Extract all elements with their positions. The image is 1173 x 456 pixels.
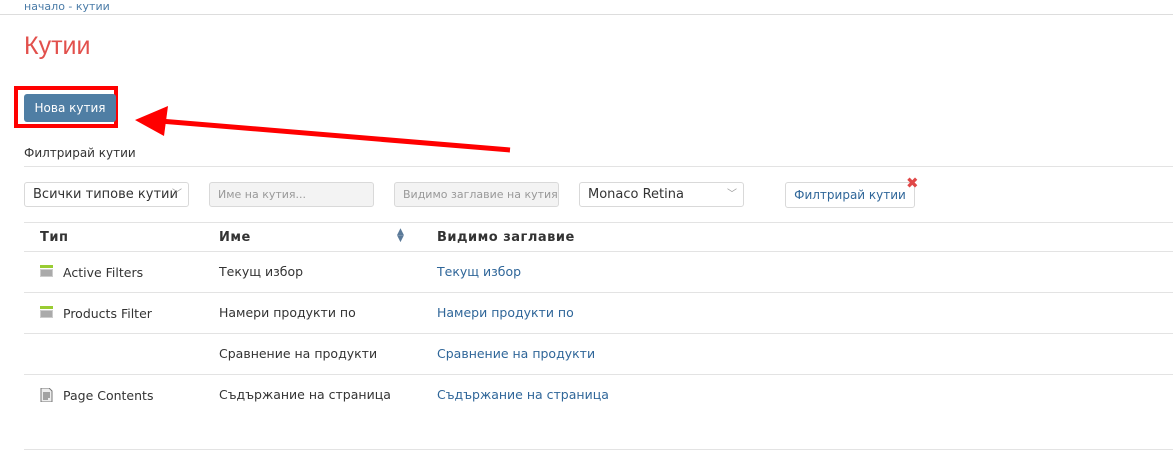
theme-value: Monaco Retina bbox=[588, 187, 684, 202]
column-header-visible-title: Видимо заглавие bbox=[437, 230, 575, 245]
chevron-down-icon: ﹀ bbox=[727, 189, 737, 200]
page-title: Кутии bbox=[24, 32, 91, 60]
filter-label: Филтрирай кутии bbox=[24, 146, 136, 160]
visible-title-input[interactable]: Видимо заглавие на кутия bbox=[394, 182, 559, 207]
sort-icon[interactable]: ▲ ▼ bbox=[397, 228, 404, 244]
divider bbox=[24, 222, 1173, 223]
divider bbox=[24, 374, 1173, 375]
row-name: Съдържание на страница bbox=[219, 387, 391, 402]
box-type-value: Всички типове кутии bbox=[33, 187, 178, 202]
row-name: Намери продукти по bbox=[219, 305, 356, 320]
filter-boxes-button[interactable]: Филтрирай кутии bbox=[785, 182, 915, 208]
row-title-link[interactable]: Текущ избор bbox=[437, 264, 521, 279]
divider bbox=[24, 292, 1173, 293]
divider bbox=[0, 14, 1173, 15]
chevron-down-icon: ﹀ bbox=[172, 189, 182, 200]
list-icon bbox=[40, 265, 53, 277]
annotation-arrow bbox=[135, 106, 511, 153]
divider bbox=[24, 333, 1173, 334]
theme-select[interactable]: Monaco Retina ﹀ bbox=[579, 182, 744, 207]
column-header-name[interactable]: Име bbox=[219, 230, 251, 245]
breadcrumb[interactable]: начало - кутии bbox=[24, 0, 110, 13]
row-name: Текущ избор bbox=[219, 264, 304, 279]
row-type: Products Filter bbox=[63, 306, 152, 321]
divider bbox=[24, 251, 1173, 252]
clear-filter-icon[interactable]: ✖ bbox=[906, 174, 919, 192]
row-title-link[interactable]: Сравнение на продукти bbox=[437, 346, 595, 361]
row-type: Page Contents bbox=[63, 388, 154, 403]
box-type-select[interactable]: Всички типове кутии ﹀ bbox=[24, 182, 189, 207]
new-box-button[interactable]: Нова кутия bbox=[24, 94, 116, 122]
row-name: Сравнение на продукти bbox=[219, 346, 378, 361]
row-type: Active Filters bbox=[63, 265, 144, 280]
row-title-link[interactable]: Съдържание на страница bbox=[437, 387, 609, 402]
column-header-type: Тип bbox=[40, 230, 69, 245]
list-icon bbox=[40, 306, 53, 318]
divider bbox=[24, 166, 1173, 167]
divider bbox=[24, 449, 1173, 450]
box-name-input[interactable]: Име на кутия... bbox=[209, 182, 374, 207]
row-title-link[interactable]: Намери продукти по bbox=[437, 305, 574, 320]
document-icon bbox=[40, 388, 53, 402]
